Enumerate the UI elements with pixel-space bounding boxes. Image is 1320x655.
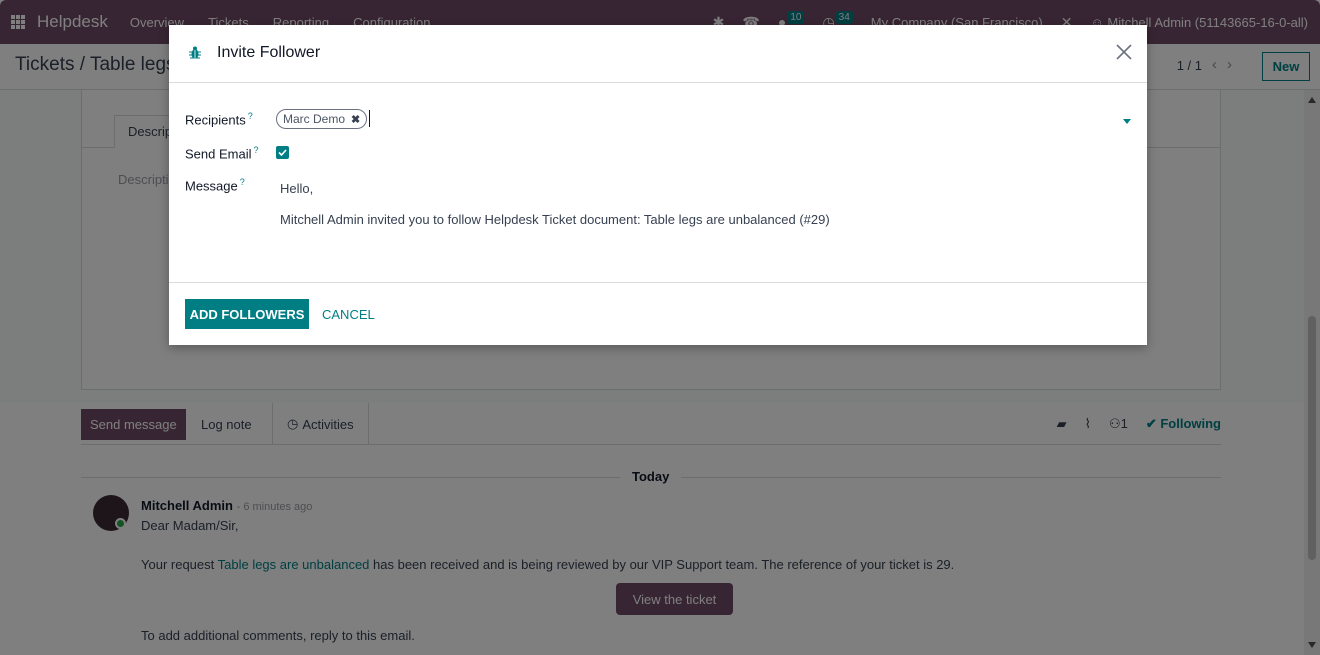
dialog-header: Invite Follower — [169, 25, 1147, 83]
dialog-footer: ADD FOLLOWERS CANCEL — [169, 282, 1147, 345]
send-email-label: Send Email? — [185, 145, 259, 161]
add-followers-button[interactable]: ADD FOLLOWERS — [185, 299, 309, 329]
recipients-input[interactable] — [369, 110, 370, 127]
invite-follower-dialog: Invite Follower Recipients? Marc Demo ✖ … — [169, 25, 1147, 345]
message-editor-line-1[interactable]: Hello, — [280, 181, 313, 196]
send-email-checkbox[interactable] — [276, 146, 289, 159]
message-label-text: Message — [185, 178, 238, 194]
recipients-label-text: Recipients — [185, 112, 246, 128]
checkmark-icon — [278, 149, 287, 156]
message-editor-line-2[interactable]: Mitchell Admin invited you to follow Hel… — [280, 212, 830, 227]
recipient-tag: Marc Demo ✖ — [276, 109, 368, 129]
dialog-body: Recipients? Marc Demo ✖ Send Email? Mess… — [169, 83, 1147, 282]
help-icon[interactable]: ? — [240, 177, 245, 187]
send-email-label-text: Send Email — [185, 146, 252, 162]
recipients-dropdown-caret-icon[interactable] — [1123, 119, 1131, 124]
cancel-button[interactable]: CANCEL — [322, 299, 375, 329]
dialog-title: Invite Follower — [217, 44, 321, 61]
close-icon[interactable] — [1115, 43, 1133, 61]
help-icon[interactable]: ? — [248, 111, 253, 121]
bug-icon — [189, 46, 201, 59]
remove-tag-icon[interactable]: ✖ — [351, 113, 360, 126]
recipients-label: Recipients? — [185, 111, 253, 127]
recipient-tag-label: Marc Demo — [283, 112, 346, 126]
help-icon[interactable]: ? — [253, 145, 258, 155]
message-label: Message? — [185, 177, 245, 193]
